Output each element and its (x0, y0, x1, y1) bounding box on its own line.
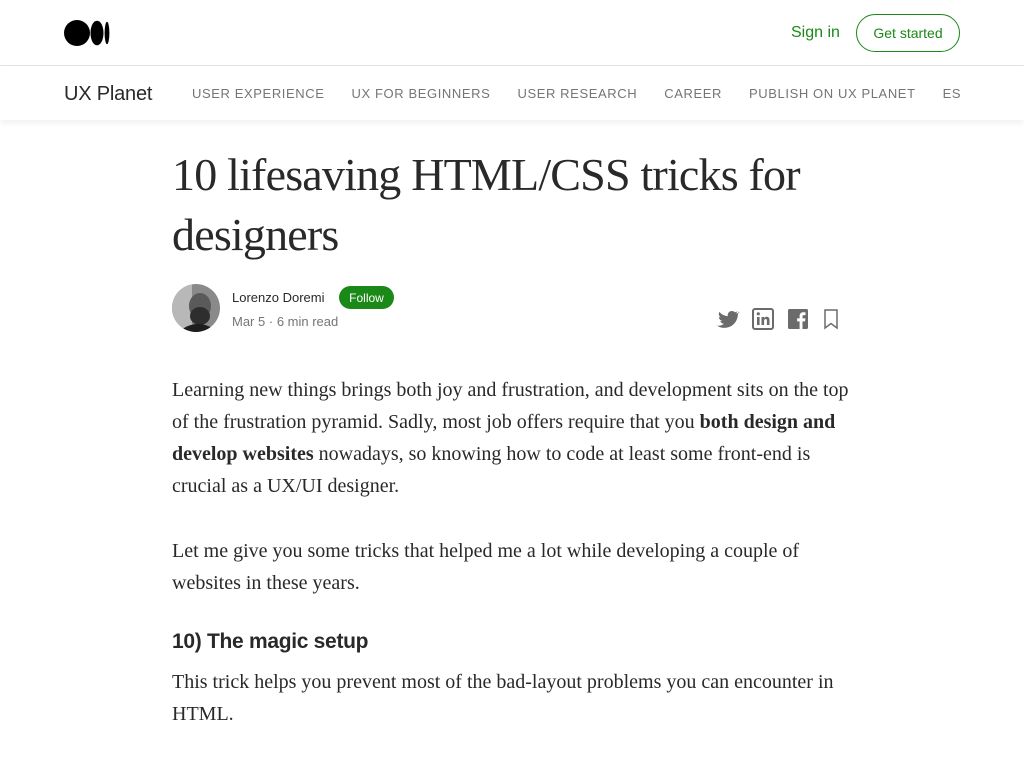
article-paragraph-2: Let me give you some tricks that helped … (172, 540, 800, 594)
bookmark-icon[interactable] (820, 307, 844, 331)
nav-item-ux-for-beginners[interactable]: UX FOR BEGINNERS (352, 85, 491, 103)
nav-item-user-experience[interactable]: USER EXPERIENCE (192, 85, 325, 103)
publication-nav: USER EXPERIENCE UX FOR BEGINNERS USER RESE… (192, 85, 960, 103)
get-started-button[interactable]: Get started (856, 14, 960, 52)
article-title: 10 lifesaving HTML/CSS tricks for design… (172, 149, 801, 260)
top-bar: Sign in Get started (0, 0, 1024, 66)
author-name[interactable]: Lorenzo Doremi (232, 289, 325, 307)
nav-item-es[interactable]: ES (943, 85, 960, 103)
nav-item-career[interactable]: CAREER (664, 85, 722, 103)
meta-separator: · (268, 314, 274, 329)
sign-in-link[interactable]: Sign in (791, 23, 840, 43)
twitter-icon[interactable] (716, 307, 740, 331)
linkedin-icon[interactable] (751, 307, 775, 331)
follow-button[interactable]: Follow (339, 286, 394, 309)
article-paragraph-3: This trick helps you prevent most of the… (172, 671, 834, 725)
publish-date: Mar 5 (232, 314, 266, 329)
article-paragraph-1: Learning new things brings both joy and … (172, 374, 862, 502)
medium-logo-icon[interactable] (64, 20, 110, 46)
facebook-icon[interactable] (786, 307, 810, 331)
section-heading: 10) The magic setup (172, 630, 369, 653)
nav-item-user-research[interactable]: USER RESEARCH (517, 85, 637, 103)
read-time: 6 min read (276, 314, 339, 329)
author-avatar[interactable] (172, 284, 220, 332)
nav-item-publish[interactable]: PUBLISH ON UX PLANET (749, 85, 916, 103)
publication-name[interactable]: UX Planet (64, 82, 152, 106)
publication-bar: UX Planet USER EXPERIENCE UX FOR BEGINNER… (0, 66, 1024, 120)
article-meta: Mar 5 · 6 min read (232, 313, 338, 331)
